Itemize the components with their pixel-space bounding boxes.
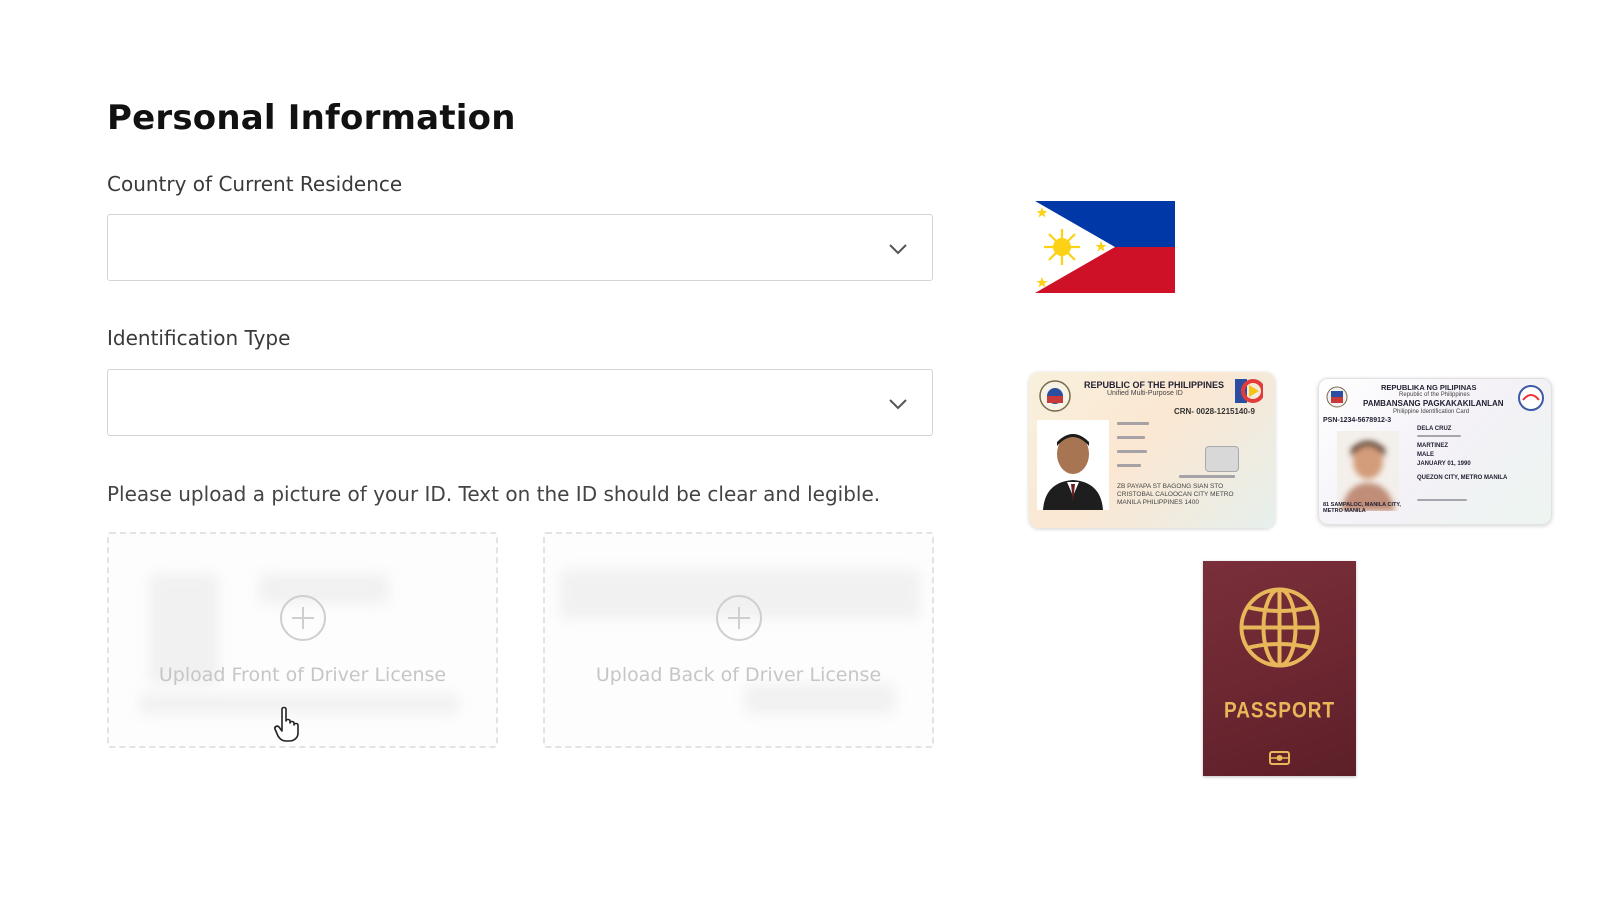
passport-label: PASSPORT <box>1223 699 1336 724</box>
philippine-flag-image <box>1035 201 1175 293</box>
globe-icon <box>1239 587 1320 668</box>
upload-back-label: Upload Back of Driver License <box>595 664 882 686</box>
philid-pob: QUEZON CITY, METRO MANILA <box>1417 475 1508 481</box>
philid-last-name: DELA CRUZ <box>1417 426 1452 432</box>
philid-subheader: Republic of the Philippines <box>1399 392 1470 398</box>
umid-crn: CRN- 0028-1215140-9 <box>1174 407 1255 416</box>
chevron-down-icon <box>889 244 907 255</box>
upload-back-dropzone[interactable]: Upload Back of Driver License <box>543 532 934 748</box>
upload-hint: Please upload a picture of your ID. Text… <box>107 482 881 506</box>
page-title: Personal Information <box>107 98 516 138</box>
chip-icon <box>1205 446 1239 472</box>
biometric-chip-icon <box>1269 751 1290 765</box>
umid-address: ZB PAYAPA ST BAGONG SIAN STO CRISTOBAL C… <box>1117 483 1234 506</box>
id-type-select[interactable] <box>107 369 933 436</box>
umid-logo-icon <box>1235 379 1263 403</box>
id-photo-image <box>1337 431 1399 511</box>
philid-subtitle: Philippine Identification Card <box>1393 409 1470 415</box>
philid-sex: MALE <box>1417 452 1434 458</box>
philid-title: PAMBANSANG PAGKAKAKILANLAN <box>1363 399 1504 408</box>
upload-front-label: Upload Front of Driver License <box>158 664 447 686</box>
id-type-label: Identification Type <box>107 326 291 350</box>
philid-card-image: REPUBLIKA NG PILIPINAS Republic of the P… <box>1318 378 1552 525</box>
passport-image: PASSPORT <box>1203 561 1356 776</box>
psa-logo-icon <box>1518 385 1544 411</box>
seal-icon <box>1039 380 1071 412</box>
philid-dob: JANUARY 01, 1990 <box>1417 461 1471 467</box>
umid-subheader: Unified Multi-Purpose ID <box>1107 390 1183 397</box>
philid-psn: PSN-1234-5678912-3 <box>1323 417 1392 424</box>
add-icon <box>715 595 762 641</box>
ghost-text <box>745 684 895 714</box>
add-icon <box>279 595 326 641</box>
umid-header: REPUBLIC OF THE PHILIPPINES <box>1084 380 1225 390</box>
chevron-down-icon <box>889 399 907 410</box>
country-select[interactable] <box>107 214 933 281</box>
upload-front-dropzone[interactable]: Upload Front of Driver License <box>107 532 498 748</box>
hand-cursor-icon <box>274 706 299 742</box>
philid-address: 81 SAMPALOC, MANILA CITY, METRO MANILA <box>1323 502 1401 514</box>
philid-header: REPUBLIKA NG PILIPINAS <box>1381 383 1477 392</box>
seal-icon <box>1326 386 1348 408</box>
id-photo-image <box>1037 420 1109 510</box>
country-label: Country of Current Residence <box>107 172 403 196</box>
philid-middle-name: MARTINEZ <box>1417 443 1448 449</box>
umid-card-image: REPUBLIC OF THE PHILIPPINES Unified Mult… <box>1029 372 1275 528</box>
